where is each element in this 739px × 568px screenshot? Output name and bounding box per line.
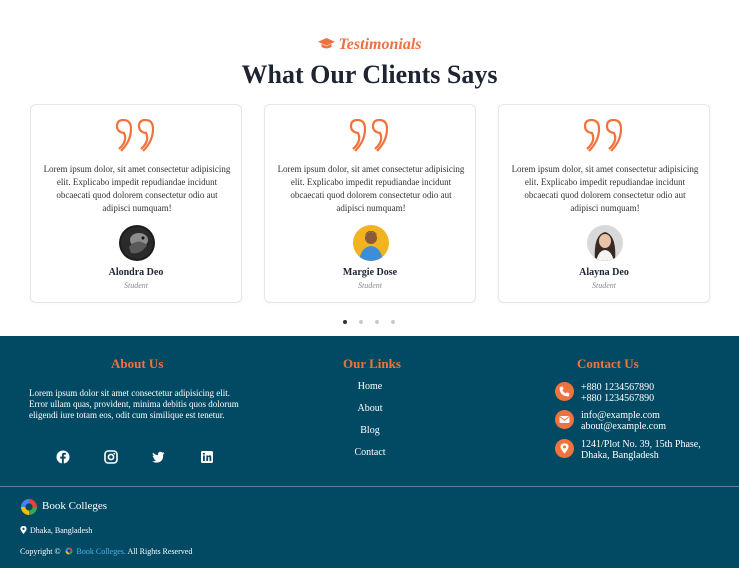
copyright-prefix: Copyright © bbox=[20, 547, 61, 556]
footer-link-contact[interactable]: Contact bbox=[330, 447, 410, 458]
section-eyebrow-label: Testimonials bbox=[338, 36, 422, 53]
testimonial-role: Student bbox=[124, 281, 148, 290]
links-title: Our Links bbox=[343, 356, 401, 371]
copyright: Copyright © Book Colleges. All Rights Re… bbox=[20, 547, 192, 556]
location-pin-icon bbox=[20, 526, 27, 534]
facebook-icon[interactable] bbox=[56, 450, 72, 466]
avatar bbox=[119, 225, 155, 261]
contact-email-2: about@example.com bbox=[581, 421, 667, 432]
contact-phone-2: +880 1234567890 bbox=[581, 393, 655, 404]
testimonial-text: Lorem ipsum dolor, sit amet consectetur … bbox=[511, 164, 699, 213]
testimonials-section: Testimonials What Our Clients Says Lorem… bbox=[0, 0, 739, 336]
footer-link-home[interactable]: Home bbox=[330, 381, 410, 392]
brand-logo-small-icon bbox=[64, 547, 73, 555]
testimonial-card: Lorem ipsum dolor, sit amet consectetur … bbox=[30, 104, 242, 303]
carousel-dot[interactable] bbox=[375, 320, 379, 324]
quote-icon bbox=[31, 119, 241, 153]
about-title: About Us bbox=[111, 356, 164, 371]
contact-email-1: info@example.com bbox=[581, 410, 660, 421]
contact-address-1: 1241/Plot No. 39, 15th Phase, bbox=[581, 439, 701, 450]
quote-icon bbox=[499, 119, 709, 153]
testimonial-card: Lorem ipsum dolor, sit amet consectetur … bbox=[498, 104, 710, 303]
footer-divider bbox=[0, 486, 739, 487]
avatar bbox=[587, 225, 623, 261]
brand-logo-icon bbox=[20, 498, 38, 521]
testimonial-role: Student bbox=[358, 281, 382, 290]
testimonial-text: Lorem ipsum dolor, sit amet consectetur … bbox=[43, 164, 231, 213]
testimonial-name: Alayna Deo bbox=[579, 267, 629, 278]
avatar bbox=[353, 225, 389, 261]
contact-title: Contact Us bbox=[577, 356, 639, 371]
quote-icon bbox=[265, 119, 475, 153]
carousel-dot[interactable] bbox=[343, 320, 347, 324]
testimonial-text: Lorem ipsum dolor, sit amet consectetur … bbox=[277, 164, 465, 213]
map-pin-icon bbox=[555, 439, 574, 458]
copyright-brand-link[interactable]: Book Colleges. bbox=[77, 547, 126, 556]
section-title: What Our Clients Says bbox=[241, 60, 498, 89]
instagram-icon[interactable] bbox=[104, 450, 120, 466]
linkedin-icon[interactable] bbox=[200, 450, 216, 466]
contact-phone-1: +880 1234567890 bbox=[581, 382, 655, 393]
copyright-suffix: All Rights Reserved bbox=[127, 547, 193, 556]
testimonial-name: Margie Dose bbox=[342, 267, 398, 278]
testimonial-role: Student bbox=[592, 281, 616, 290]
twitter-icon[interactable] bbox=[151, 450, 167, 466]
footer-link-about[interactable]: About bbox=[330, 403, 410, 414]
phone-icon bbox=[555, 382, 574, 401]
site-footer: About Us Lorem ipsum dolor sit amet cons… bbox=[0, 336, 739, 568]
brand-name: Book Colleges bbox=[42, 500, 108, 512]
section-eyebrow: Testimonials bbox=[0, 36, 739, 55]
footer-location: Dhaka, Bangladesh bbox=[20, 526, 92, 535]
carousel-dot[interactable] bbox=[359, 320, 363, 324]
footer-location-text: Dhaka, Bangladesh bbox=[30, 526, 93, 535]
testimonial-name: Alondra Deo bbox=[108, 267, 164, 278]
testimonial-card: Lorem ipsum dolor, sit amet consectetur … bbox=[264, 104, 476, 303]
about-text: Lorem ipsum dolor sit amet consectetur a… bbox=[29, 388, 239, 420]
contact-address-2: Dhaka, Bangladesh bbox=[581, 450, 659, 461]
footer-link-blog[interactable]: Blog bbox=[330, 425, 410, 436]
carousel-dot[interactable] bbox=[391, 320, 395, 324]
graduation-cap-icon bbox=[317, 37, 335, 55]
envelope-icon bbox=[555, 410, 574, 429]
